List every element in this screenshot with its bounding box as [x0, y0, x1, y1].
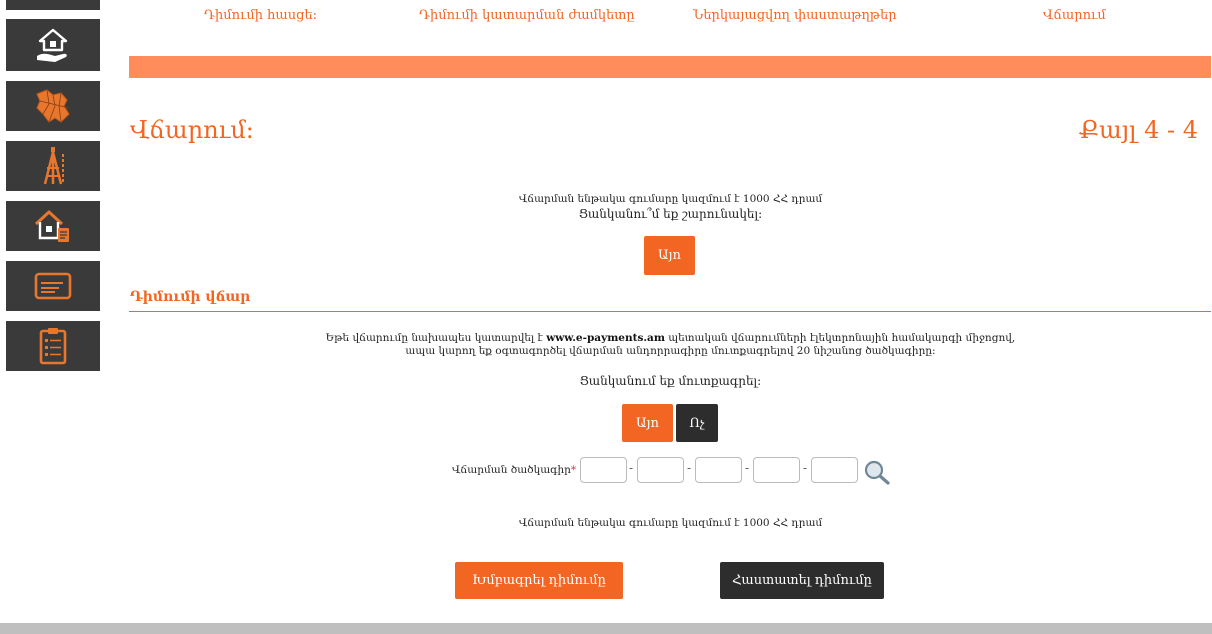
footer-bar [0, 623, 1212, 634]
fee-info-line2: ապա կարող եք օգտագործել վճարման անդորրագ… [405, 345, 936, 357]
continue-yes-button[interactable]: Այո [644, 236, 695, 275]
search-icon[interactable] [863, 459, 891, 489]
payment-total-text: Վճարման ենթակա գումարը կազմում է 1000 ՀՀ… [518, 193, 823, 205]
code-separator: - [745, 461, 750, 475]
payment-code-input-2[interactable] [637, 457, 684, 483]
section-divider [129, 311, 1211, 312]
code-separator: - [687, 461, 692, 475]
payment-code-input-4[interactable] [753, 457, 800, 483]
house-document-icon [31, 206, 75, 246]
required-mark: * [570, 464, 577, 476]
sidebar-item-house-docs[interactable] [6, 201, 100, 251]
section-title-fee: Դիմումի վճար [130, 289, 251, 305]
page-title: Վճարում: [130, 116, 254, 144]
nav-item-payment[interactable]: Վճարում [1043, 8, 1106, 23]
fee-info-pre: Եթե վճարումը նախապես կատարվել է [325, 332, 547, 344]
fee-total-text: Վճարման ենթակա գումարը կազմում է 1000 ՀՀ… [518, 517, 823, 529]
payment-code-label-text: Վճարման ծածկագիր [452, 464, 571, 476]
sidebar [0, 0, 100, 634]
enter-code-question: Ցանկանում եք մուտքագրել: [579, 374, 762, 388]
fee-info-line1: Եթե վճարումը նախապես կատարվել է www.e-pa… [130, 332, 1211, 345]
code-separator: - [629, 461, 634, 475]
fee-info-post: պետական վճարումների էլեկտրոնային համակար… [664, 332, 1016, 344]
card-document-icon [31, 267, 75, 305]
sidebar-item-checklist[interactable] [6, 321, 100, 371]
nav-item-documents[interactable]: Ներկայացվող փաստաթղթեր [693, 8, 897, 23]
survey-tower-icon [33, 144, 73, 188]
e-payments-link[interactable]: www.e-payments.am [546, 332, 665, 344]
enter-code-yes-button[interactable]: Այո [622, 404, 673, 442]
enter-code-no-button[interactable]: Ոչ [676, 404, 718, 442]
sidebar-item-card[interactable] [6, 261, 100, 311]
progress-bar [129, 56, 1211, 78]
payment-code-input-3[interactable] [695, 457, 742, 483]
nav-item-deadline[interactable]: Դիմումի կատարման ժամկետը [419, 8, 635, 23]
confirm-application-button[interactable]: Հաստատել դիմումը [720, 562, 884, 599]
nav-item-address[interactable]: Դիմումի հասցե: [204, 8, 317, 23]
clipboard-list-icon [36, 325, 70, 367]
sidebar-item-map[interactable] [6, 81, 100, 131]
sidebar-item-home[interactable] [6, 19, 100, 71]
payment-code-label: Վճարման ծածկագիր* [452, 464, 576, 476]
top-nav: Դիմումի հասցե: Դիմումի կատարման ժամկետը … [130, 0, 1211, 40]
step-indicator: Քայլ 4 - 4 [1078, 116, 1198, 144]
code-separator: - [803, 461, 808, 475]
sidebar-item-survey[interactable] [6, 141, 100, 191]
map-icon [31, 86, 75, 126]
home-hand-icon [33, 26, 73, 64]
continue-question: Ցանկանու՞մ եք շարունակել: [578, 207, 763, 221]
payment-code-input-5[interactable] [811, 457, 858, 483]
edit-application-button[interactable]: Խմբագրել դիմումը [455, 562, 623, 599]
payment-code-input-1[interactable] [580, 457, 627, 483]
sidebar-item-top-partial[interactable] [6, 0, 100, 10]
